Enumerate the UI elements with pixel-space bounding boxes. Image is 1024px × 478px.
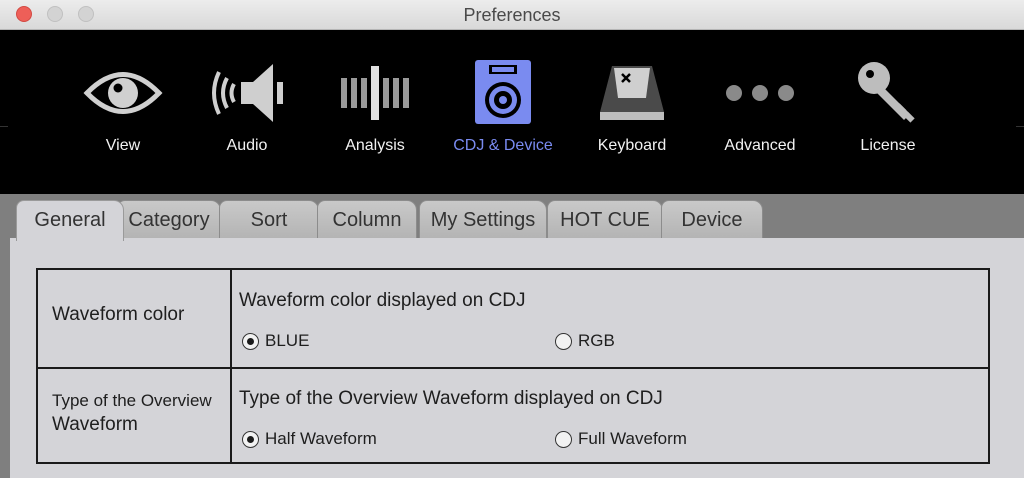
toolbar-item-cdj-device[interactable]: CDJ & Device (443, 30, 563, 194)
toolbar-item-audio[interactable]: Audio (187, 30, 307, 194)
radio-rgb-label[interactable]: RGB (578, 331, 615, 351)
overview-waveform-label-line1: Type of the Overview (52, 391, 212, 410)
three-dots-icon (720, 58, 800, 128)
waveform-color-row: Waveform color Waveform color displayed … (38, 270, 988, 369)
toolbar-item-view[interactable]: View (63, 30, 183, 194)
preferences-toolbar: View Audio Analysis CDJ & Device Keyboar… (0, 30, 1024, 194)
tab-general[interactable]: General (16, 200, 124, 241)
tab-category[interactable]: Category (117, 200, 221, 238)
settings-table: Waveform color Waveform color displayed … (36, 268, 990, 464)
toolbar-item-license[interactable]: License (828, 30, 948, 194)
toolbar-item-label: Analysis (345, 137, 405, 154)
toolbar-item-keyboard[interactable]: Keyboard (572, 30, 692, 194)
overview-waveform-label-line2: Waveform (52, 414, 138, 435)
toolbar-item-label: Advanced (724, 137, 796, 154)
speaker-icon (207, 58, 287, 128)
title-bar: Preferences (0, 0, 1024, 30)
tab-area: General Category Sort Column My Settings… (0, 194, 1024, 478)
tab-sort[interactable]: Sort (219, 200, 319, 238)
window-title: Preferences (463, 5, 561, 25)
toolbar-item-label: Keyboard (597, 137, 667, 154)
toolbar-item-label: CDJ & Device (453, 137, 553, 154)
waveform-color-label: Waveform color (52, 304, 185, 325)
eye-icon (83, 58, 163, 128)
toolbar-item-analysis[interactable]: Analysis (315, 30, 435, 194)
key-icon (848, 58, 928, 128)
toolbar-item-advanced[interactable]: Advanced (700, 30, 820, 194)
general-tab-panel: Waveform color Waveform color displayed … (10, 238, 1024, 478)
radio-half-waveform[interactable] (242, 431, 259, 448)
overview-waveform-row: Type of the Overview Waveform Type of th… (38, 369, 988, 462)
radio-half-waveform-label[interactable]: Half Waveform (265, 429, 377, 449)
waveform-color-description: Waveform color displayed on CDJ (239, 290, 526, 311)
tab-my-settings[interactable]: My Settings (419, 200, 547, 238)
tab-device[interactable]: Device (661, 200, 763, 238)
radio-full-waveform-label[interactable]: Full Waveform (578, 429, 687, 449)
cdj-device-icon (463, 58, 543, 128)
radio-blue[interactable] (242, 333, 259, 350)
tab-column[interactable]: Column (317, 200, 417, 238)
radio-blue-label[interactable]: BLUE (265, 331, 309, 351)
toolbar-item-label: Audio (226, 137, 268, 154)
tab-hot-cue[interactable]: HOT CUE (547, 200, 663, 238)
keycap-icon (592, 58, 672, 128)
toolbar-item-label: View (105, 137, 141, 154)
radio-rgb[interactable] (555, 333, 572, 350)
waveform-bars-icon (335, 58, 415, 128)
radio-full-waveform[interactable] (555, 431, 572, 448)
divider (0, 126, 8, 127)
toolbar-item-label: License (860, 137, 916, 154)
divider (1016, 126, 1024, 127)
overview-waveform-description: Type of the Overview Waveform displayed … (239, 388, 663, 409)
